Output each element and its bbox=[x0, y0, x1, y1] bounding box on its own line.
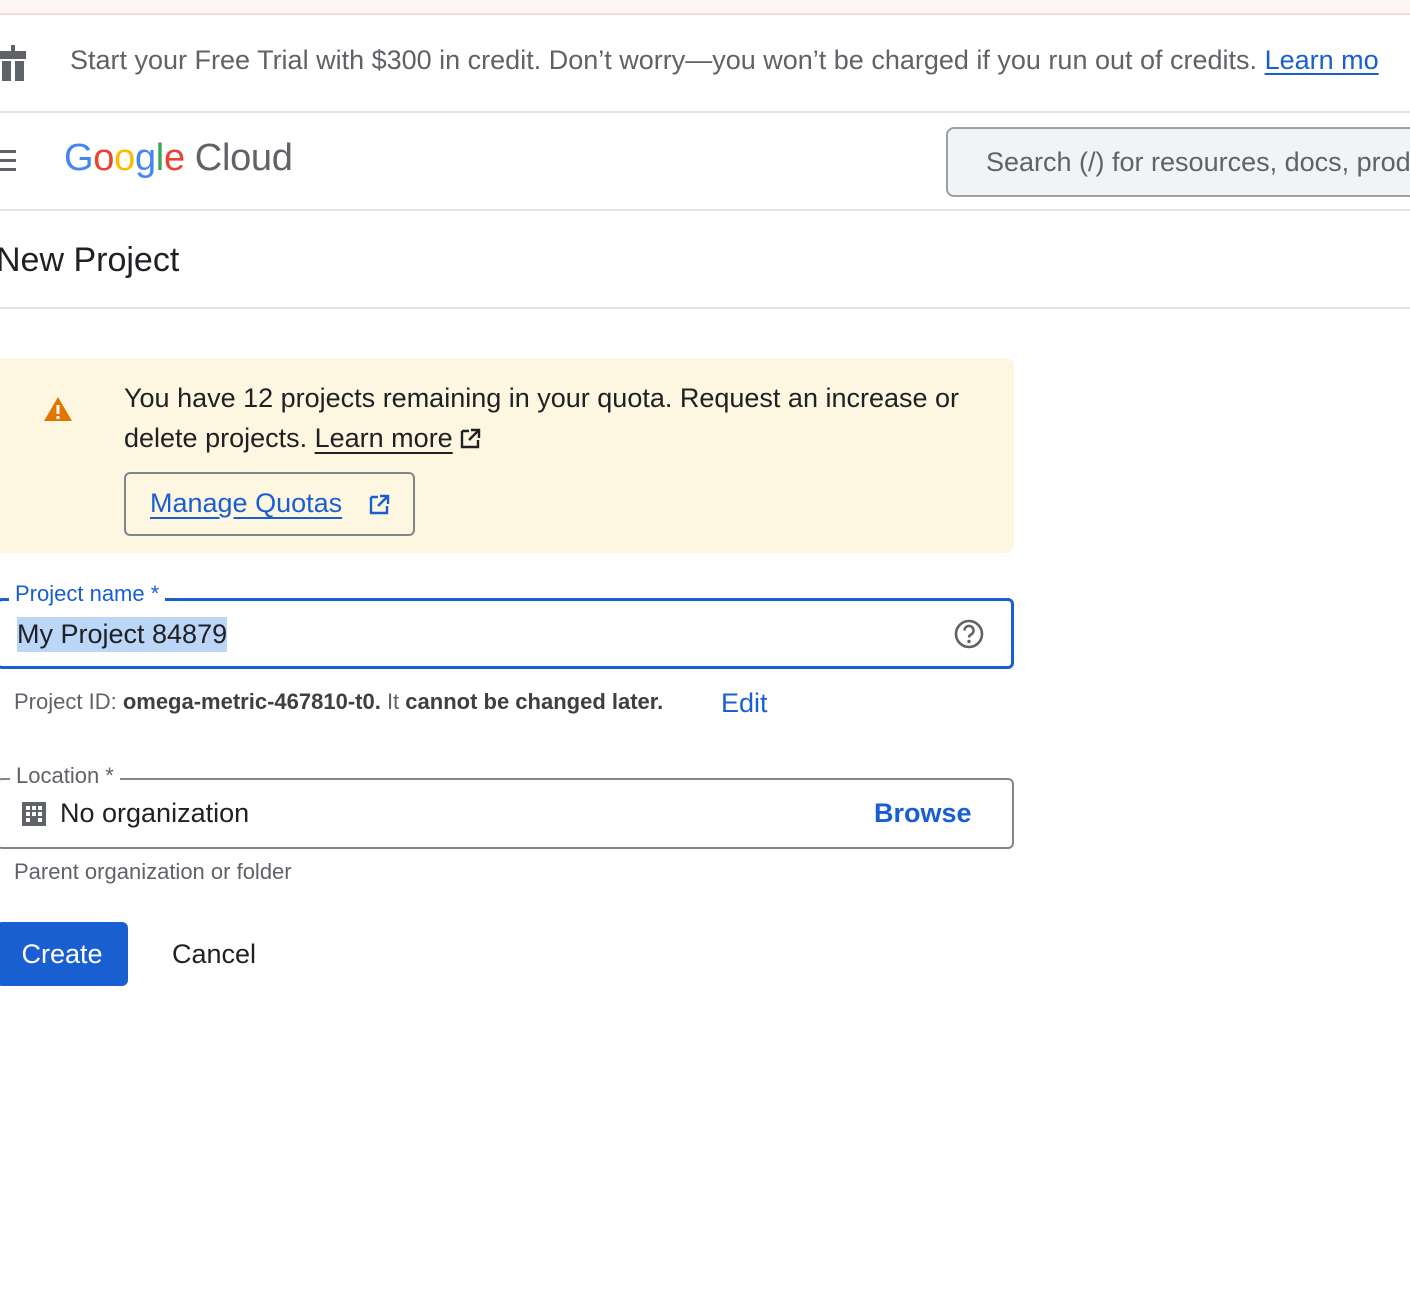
manage-quotas-button[interactable]: Manage Quotas bbox=[124, 472, 415, 536]
location-label: Location * bbox=[10, 763, 120, 789]
project-name-field[interactable]: Project name * My Project 84879 bbox=[0, 581, 1014, 669]
quota-message-text: You have 12 projects remaining in your q… bbox=[124, 383, 960, 453]
quota-message: You have 12 projects remaining in your q… bbox=[124, 378, 984, 458]
create-button[interactable]: Create bbox=[0, 922, 128, 986]
warning-icon bbox=[44, 397, 72, 421]
top-strip bbox=[0, 0, 1410, 15]
location-helper-text: Parent organization or folder bbox=[14, 859, 292, 884]
page-title: New Project bbox=[0, 241, 180, 279]
trial-message: Start your Free Trial with $300 in credi… bbox=[70, 45, 1379, 76]
search-placeholder: Search (/) for resources, docs, prod bbox=[986, 147, 1410, 177]
logo-cloud-text: Cloud bbox=[194, 137, 293, 179]
project-name-input[interactable]: My Project 84879 bbox=[17, 617, 228, 652]
top-header: Google Cloud Search (/) for resources, do… bbox=[0, 113, 1410, 211]
quota-warning-notice: You have 12 projects remaining in your q… bbox=[0, 358, 1014, 553]
project-id-value: omega-metric-467810-t0. bbox=[122, 689, 381, 714]
manage-quotas-label: Manage Quotas bbox=[150, 488, 343, 518]
free-trial-banner: Start your Free Trial with $300 in credi… bbox=[0, 15, 1410, 113]
organization-icon bbox=[22, 802, 46, 826]
project-name-label: Project name * bbox=[9, 581, 166, 607]
external-link-icon bbox=[369, 494, 390, 515]
google-cloud-logo[interactable]: Google Cloud bbox=[64, 137, 293, 180]
location-field[interactable]: Location * No organization Browse bbox=[0, 763, 1014, 849]
external-link-icon bbox=[460, 428, 480, 449]
gift-icon bbox=[0, 45, 26, 81]
help-icon[interactable] bbox=[953, 618, 985, 650]
trial-message-text: Start your Free Trial with $300 in credi… bbox=[70, 45, 1258, 75]
hamburger-menu-icon[interactable] bbox=[0, 150, 16, 172]
search-bar[interactable]: Search (/) for resources, docs, prod bbox=[946, 127, 1410, 197]
browse-button[interactable]: Browse bbox=[874, 798, 972, 829]
location-value: No organization bbox=[60, 798, 250, 828]
quota-learn-more-link[interactable]: Learn more bbox=[315, 423, 453, 453]
project-id-info: Project ID: omega-metric-467810-t0. It c… bbox=[14, 689, 664, 714]
edit-project-id-link[interactable]: Edit bbox=[721, 688, 768, 719]
page-title-bar: New Project bbox=[0, 211, 1410, 309]
cancel-button[interactable]: Cancel bbox=[150, 922, 278, 986]
trial-learn-more-link[interactable]: Learn mo bbox=[1265, 45, 1379, 75]
